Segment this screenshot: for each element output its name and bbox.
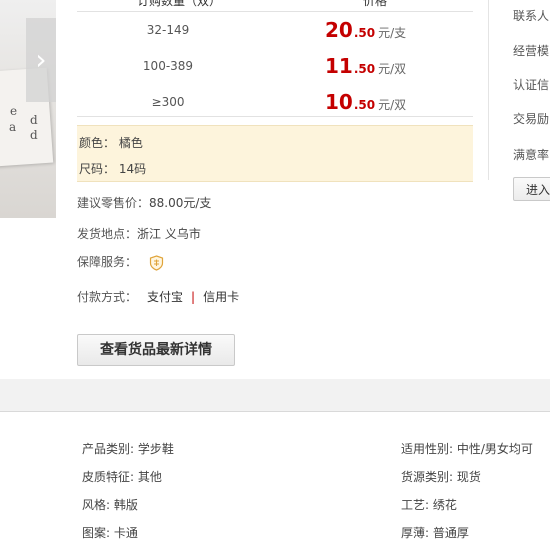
price-unit: 元/双 — [378, 98, 407, 112]
price-row: 32-149 20.50 元/支 — [77, 12, 473, 48]
box-print-glyph: d — [30, 128, 38, 142]
price-decimal: .50 — [353, 26, 376, 40]
price-row-quantity: ≥300 — [151, 95, 185, 109]
sidebar-item-satisfaction: 满意率 — [513, 148, 550, 162]
box-print-glyph: e — [10, 104, 18, 118]
ship-from-label: 发货地点： — [77, 227, 138, 241]
header-quantity: 订购数量（双） — [137, 0, 222, 8]
price-row: 100-389 11.50 元/双 — [77, 48, 473, 84]
price-row-price: 10.50 元/双 — [325, 90, 406, 114]
attribute-item: 图案: 卡通 — [82, 526, 138, 540]
attribute-item: 工艺: 绣花 — [401, 498, 457, 512]
price-integer: 20 — [325, 18, 353, 42]
price-table: 订购数量（双） 价格 32-149 20.50 元/支 100-389 11.50… — [77, 0, 473, 117]
retail-price-label: 建议零售价： — [77, 196, 150, 210]
selected-spec-box: 颜色： 橘色 尺码： 14码 — [77, 125, 473, 182]
payment-label: 付款方式： — [77, 290, 138, 304]
price-integer: 11 — [325, 54, 353, 78]
guarantee-line: 保障服务： — [77, 253, 164, 271]
price-row-price: 11.50 元/双 — [325, 54, 406, 78]
shield-guarantee-icon[interactable] — [149, 254, 164, 271]
guarantee-label: 保障服务： — [77, 255, 138, 269]
header-price: 价格 — [363, 0, 388, 8]
spec-size: 尺码： 14码 — [79, 162, 147, 176]
price-unit: 元/支 — [378, 26, 407, 40]
ship-from-line: 发货地点：浙江 义乌市 — [77, 225, 201, 242]
attribute-item: 厚薄: 普通厚 — [401, 526, 469, 540]
price-row: ≥300 10.50 元/双 — [77, 84, 473, 120]
price-row-price: 20.50 元/支 — [325, 18, 406, 42]
price-integer: 10 — [325, 90, 353, 114]
price-decimal: .50 — [353, 62, 376, 76]
attribute-item: 风格: 韩版 — [82, 498, 138, 512]
attribute-item: 货源类别: 现货 — [401, 470, 481, 484]
sidebar-item-business-model: 经营模 — [513, 44, 550, 58]
section-divider-band — [0, 379, 550, 412]
retail-price-line: 建议零售价：88.00元/支 — [77, 194, 211, 211]
payment-separator: | — [191, 290, 196, 304]
payment-credit-card-link[interactable]: 信用卡 — [203, 290, 239, 304]
next-image-arrow-icon[interactable]: › — [26, 18, 56, 102]
attribute-item: 皮质特征: 其他 — [82, 470, 162, 484]
ship-from-value: 浙江 义乌市 — [137, 227, 201, 241]
sidebar-item-transactions: 交易励 — [513, 112, 550, 126]
sidebar-item-contact: 联系人 — [513, 9, 550, 23]
price-decimal: .50 — [353, 98, 376, 112]
sidebar-item-certification: 认证信 — [513, 78, 550, 92]
enter-shop-button[interactable]: 进入 — [513, 177, 550, 201]
spec-color: 颜色： 橘色 — [79, 136, 143, 150]
price-unit: 元/双 — [378, 62, 407, 76]
supplier-sidebar: 联系人 经营模 认证信 交易励 满意率 — [488, 0, 550, 180]
price-table-header: 订购数量（双） 价格 — [77, 0, 473, 12]
product-image[interactable]: e d a d › — [0, 0, 56, 218]
view-latest-details-button[interactable]: 查看货品最新详情 — [77, 334, 235, 366]
retail-price-value: 88.00元/支 — [149, 196, 212, 210]
box-print-glyph: a — [9, 120, 17, 134]
attribute-item: 产品类别: 学步鞋 — [82, 442, 174, 456]
payment-line: 付款方式： 支付宝 | 信用卡 — [77, 288, 239, 305]
price-row-quantity: 32-149 — [146, 23, 190, 37]
attribute-item: 适用性别: 中性/男女均可 — [401, 442, 533, 456]
box-print-glyph: d — [30, 113, 38, 127]
price-row-quantity: 100-389 — [142, 59, 194, 73]
payment-alipay-link[interactable]: 支付宝 — [147, 290, 183, 304]
